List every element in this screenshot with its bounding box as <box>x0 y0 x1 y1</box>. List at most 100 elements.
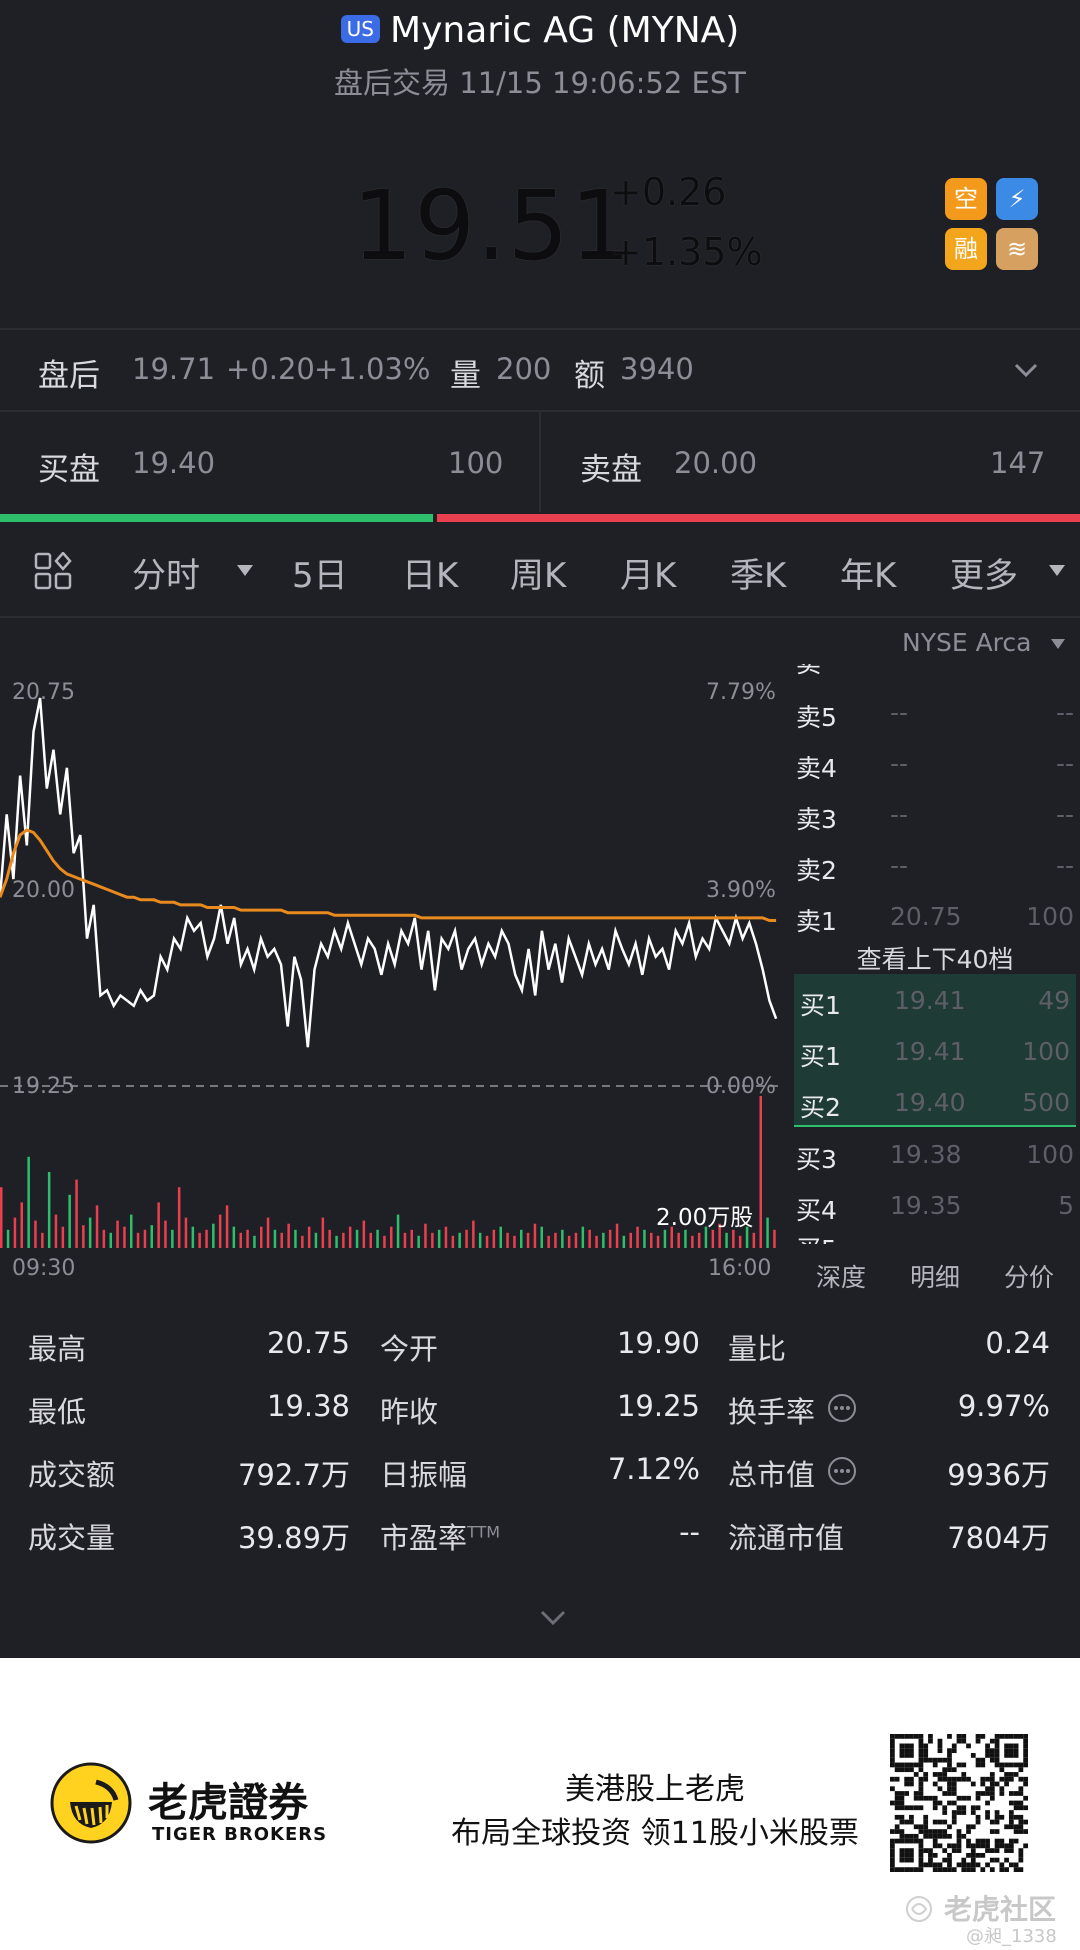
tab-5day[interactable]: 5日 <box>292 548 348 597</box>
grid-icon[interactable] <box>34 552 74 592</box>
after-hours-row[interactable]: 盘后 19.71 +0.20 +1.03% 量 200 额 3940 <box>0 330 1080 410</box>
volume-bar <box>95 1205 99 1248</box>
stat-value: 9936万 <box>947 1458 1050 1492</box>
stat-value: 9.97% <box>957 1389 1050 1423</box>
volume-bar <box>61 1226 65 1248</box>
caret-down-icon[interactable] <box>1048 564 1066 578</box>
chevron-down-icon[interactable] <box>1012 360 1040 380</box>
volume-bar <box>171 1229 174 1248</box>
volume-bar <box>424 1223 427 1248</box>
tab-price-distribution[interactable]: 分价 <box>1004 1258 1054 1294</box>
stat-value: 792.7万 <box>237 1458 350 1492</box>
market-badge: US <box>340 15 381 43</box>
tab-depth[interactable]: 深度 <box>816 1258 866 1294</box>
stat-label: 日振幅 <box>380 1458 468 1492</box>
order-book-ask-row: 卖4 -- -- <box>796 749 1074 783</box>
margin-icon[interactable]: 融 <box>945 228 987 270</box>
volume-bar <box>20 1202 23 1248</box>
volume-bar <box>677 1232 680 1248</box>
order-book-bid-row: 买3 19.38 100 <box>796 1140 1074 1174</box>
volume-bar <box>102 1229 106 1248</box>
more-info-icon[interactable] <box>826 1455 858 1487</box>
order-book-ask-row: 卖3 -- -- <box>796 800 1074 834</box>
stat-value: 7804万 <box>947 1521 1050 1555</box>
layers-icon[interactable]: ≋ <box>996 228 1038 270</box>
order-book[interactable]: 卖 卖5---- 卖4---- 卖3---- 卖2---- 卖120.75100… <box>790 664 1080 1244</box>
caret-down-icon[interactable] <box>236 564 254 578</box>
after-hours-label: 盘后 <box>38 358 100 394</box>
expand-chevron-icon[interactable] <box>538 1608 568 1628</box>
tab-yearly[interactable]: 年K <box>840 548 896 597</box>
volume-bar <box>738 1235 742 1248</box>
volume-bar <box>513 1235 516 1248</box>
divider <box>0 616 1080 618</box>
volume-bar <box>75 1179 78 1248</box>
volume-bar <box>177 1187 181 1248</box>
stat-label: 总市值 <box>728 1458 816 1492</box>
intraday-chart[interactable] <box>0 620 790 1280</box>
slogan-line1: 美港股上老虎 <box>565 1772 745 1807</box>
volume-bar <box>526 1232 530 1248</box>
last-price: 19.51 <box>352 170 632 282</box>
after-hours-price: 19.71 <box>132 352 216 386</box>
stat-value: 39.89万 <box>237 1521 350 1555</box>
volume-bar <box>472 1220 475 1248</box>
avg-price-line <box>0 828 777 922</box>
volume-bar <box>68 1194 71 1248</box>
order-book-ask-row: 卖2 -- -- <box>796 851 1074 885</box>
volume-max-label: 2.00万股 <box>656 1205 754 1231</box>
exchange-selector[interactable]: NYSE Arca <box>902 628 1031 657</box>
bid-price: 19.40 <box>132 446 216 480</box>
tab-monthly[interactable]: 月K <box>620 548 676 597</box>
volume-bar <box>684 1229 687 1248</box>
stat-label: 量比 <box>728 1332 787 1366</box>
volume-bar <box>574 1232 578 1248</box>
price-tick-mid: 20.00 <box>12 878 75 903</box>
volume-bar <box>260 1226 263 1248</box>
price-change: +0.26 <box>610 170 727 214</box>
volume-bar <box>602 1232 605 1248</box>
volume-bar <box>567 1235 571 1248</box>
watermark-user: @昶_1338 <box>966 1926 1057 1947</box>
more-info-icon[interactable] <box>826 1392 858 1424</box>
tab-daily[interactable]: 日K <box>402 548 458 597</box>
volume-bar <box>622 1235 626 1248</box>
caret-down-icon[interactable] <box>1050 638 1066 650</box>
volume-bar <box>444 1226 448 1248</box>
volume-bar <box>369 1232 372 1248</box>
divider <box>539 412 541 512</box>
volume-bar <box>273 1229 277 1248</box>
tab-weekly[interactable]: 周K <box>510 548 566 597</box>
volume-bar <box>540 1226 543 1248</box>
order-book-ask-row: 卖1 20.75 100 <box>796 902 1074 936</box>
volume-bar <box>478 1232 482 1248</box>
tab-more[interactable]: 更多 <box>950 548 1018 597</box>
price-change-pct: +1.35% <box>610 230 763 274</box>
volume-bar <box>348 1226 352 1248</box>
volume-bar <box>232 1226 236 1248</box>
volume-bar <box>328 1229 331 1248</box>
after-hours-change-pct: +1.03% <box>314 352 431 386</box>
volume-bar <box>588 1229 591 1248</box>
stat-label: 今开 <box>380 1332 439 1366</box>
bid-qty: 100 <box>448 446 504 480</box>
stat-label: 成交量 <box>28 1521 116 1555</box>
watermark-icon <box>906 1896 932 1922</box>
tab-details[interactable]: 明细 <box>910 1258 960 1294</box>
volume-bar <box>396 1214 400 1248</box>
view-40-levels-link[interactable]: 查看上下40档 <box>790 940 1080 976</box>
stats-panel: 最高 20.75 今开 19.90 量比 0.24 最低 19.38 昨收 19… <box>0 1300 1080 1600</box>
short-icon[interactable]: 空 <box>945 178 987 220</box>
tab-quarterly[interactable]: 季K <box>730 548 786 597</box>
lightning-icon[interactable]: ⚡ <box>996 178 1038 220</box>
volume-bar <box>280 1232 283 1248</box>
volume-bar <box>390 1226 393 1248</box>
tab-intraday[interactable]: 分时 <box>132 548 200 597</box>
volume-bar <box>88 1217 92 1248</box>
volume-bar <box>301 1235 304 1248</box>
volume-bar <box>581 1226 585 1248</box>
volume-bar <box>253 1235 256 1248</box>
volume-bar <box>766 1217 769 1248</box>
order-book-bid-row: 买2 19.40 500 <box>794 1076 1076 1127</box>
volume-bar <box>499 1226 502 1248</box>
